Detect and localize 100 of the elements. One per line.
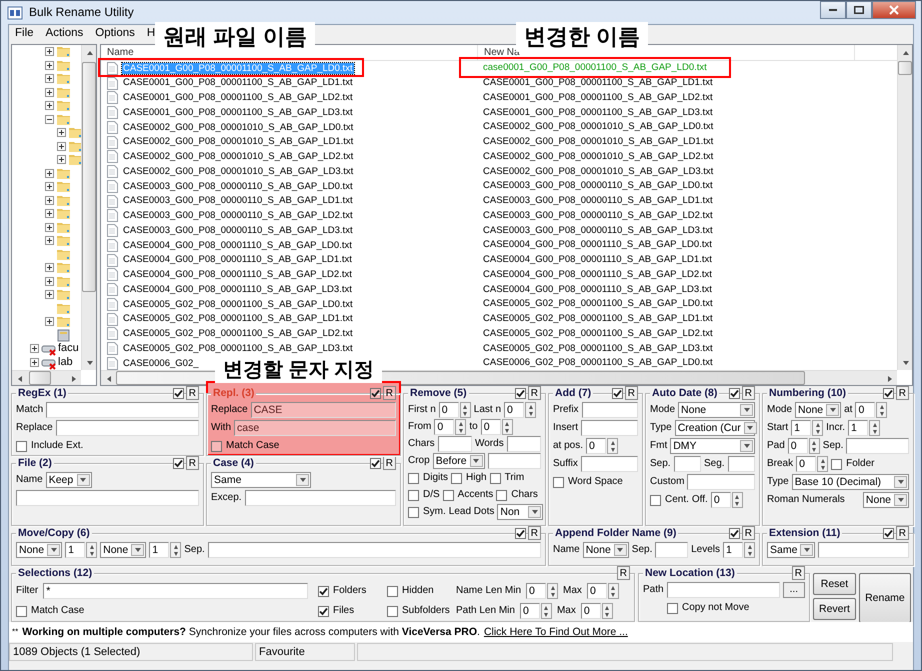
checkbox[interactable] — [728, 528, 740, 538]
number-field[interactable]: 0 — [710, 492, 731, 508]
menu-item[interactable]: Actions — [40, 27, 90, 41]
menu-item[interactable]: Options — [89, 27, 141, 41]
checkbox[interactable] — [318, 606, 329, 616]
spinner-buttons[interactable] — [547, 583, 558, 599]
input-field[interactable] — [438, 436, 472, 452]
expand-icon[interactable] — [45, 236, 54, 246]
scroll-thumb[interactable] — [29, 371, 51, 385]
dropdown[interactable]: None — [16, 542, 62, 558]
tree-item-label[interactable]: lab — [58, 356, 73, 369]
input-field[interactable] — [655, 542, 688, 558]
checkbox[interactable] — [172, 458, 184, 468]
number-field[interactable]: 0 — [580, 603, 601, 619]
expand-icon[interactable] — [45, 290, 54, 300]
number-field[interactable]: 0 — [504, 402, 524, 418]
scroll-thumb[interactable] — [82, 62, 96, 292]
minimize-button[interactable] — [820, 1, 846, 19]
file-name[interactable]: CASE0004_G00_P08_00001110_S_AB_GAP_LD1.txt — [122, 254, 353, 266]
checkbox[interactable] — [728, 388, 740, 398]
r-button[interactable]: R — [186, 456, 199, 470]
checkbox-label[interactable]: Files — [333, 605, 354, 617]
input-field[interactable]: CASE — [250, 402, 396, 418]
checkbox[interactable] — [387, 586, 398, 596]
browse-button[interactable]: ... — [782, 582, 805, 598]
expand-icon[interactable] — [45, 182, 54, 192]
number-field[interactable]: 0 — [788, 438, 808, 454]
dropdown[interactable]: Keep — [46, 472, 92, 488]
scroll-thumb[interactable] — [898, 61, 912, 75]
dropdown[interactable]: Same — [767, 542, 816, 558]
close-button[interactable] — [872, 1, 916, 19]
expand-icon[interactable] — [45, 263, 54, 272]
spinner-buttons[interactable] — [732, 492, 743, 508]
number-field[interactable]: 0 — [586, 438, 606, 454]
checkbox[interactable] — [387, 606, 398, 616]
checkbox[interactable] — [514, 528, 526, 538]
checkbox[interactable] — [16, 440, 27, 452]
dropdown[interactable]: DMY — [670, 438, 755, 454]
checkbox[interactable] — [612, 388, 623, 398]
checkbox[interactable] — [650, 494, 661, 506]
spinner-buttons[interactable] — [460, 402, 471, 418]
expand-icon[interactable] — [57, 155, 66, 164]
input-field[interactable] — [506, 436, 541, 452]
checkbox-label[interactable]: Word Space — [568, 476, 623, 488]
spinner-buttons[interactable] — [869, 420, 880, 436]
checkbox-label[interactable]: Chars — [511, 489, 538, 501]
number-field[interactable]: 0 — [480, 419, 501, 435]
checkbox-label[interactable]: Accents — [458, 489, 494, 501]
dropdown[interactable]: None — [862, 492, 909, 508]
number-field[interactable]: 0 — [586, 583, 607, 599]
expand-icon[interactable] — [45, 88, 54, 97]
file-name[interactable]: CASE0004_G00_P08_00001110_S_AB_GAP_LD2.txt — [122, 269, 353, 281]
checkbox[interactable] — [882, 528, 894, 538]
expand-icon[interactable] — [45, 276, 54, 286]
checkbox[interactable] — [514, 388, 526, 398]
file-name[interactable]: CASE0001_G00_P08_00001100_S_AB_GAP_LD2.txt — [122, 92, 354, 104]
file-name[interactable]: CASE0002_G00_P08_00001010_S_AB_GAP_LD3.txt — [122, 166, 354, 178]
checkbox-label[interactable]: Copy not Move — [682, 602, 750, 614]
file-name[interactable]: CASE0003_G00_P08_00000110_S_AB_GAP_LD2.txt — [122, 210, 354, 222]
checkbox-label[interactable]: Cent. — [665, 494, 689, 506]
spinner-buttons[interactable] — [502, 419, 513, 435]
input-field[interactable] — [56, 420, 199, 436]
input-field[interactable] — [846, 438, 909, 454]
vertical-scrollbar[interactable] — [81, 45, 96, 370]
expand-icon[interactable] — [45, 168, 54, 178]
file-name[interactable]: CASE0002_G00_P08_00001010_S_AB_GAP_LD1.txt — [122, 136, 354, 148]
horizontal-scrollbar[interactable] — [12, 370, 81, 385]
number-field[interactable]: 1 — [791, 420, 812, 436]
file-name[interactable]: CASE0004_G00_P08_00001110_S_AB_GAP_LD0.txt — [122, 240, 353, 252]
expand-icon[interactable] — [30, 344, 39, 354]
file-name[interactable]: CASE0005_G02_P08_00001100_S_AB_GAP_LD3.txt — [122, 342, 354, 354]
file-name[interactable]: CASE0002_G00_P08_00001010_S_AB_GAP_LD0.txt — [122, 122, 354, 134]
reset-button[interactable]: Reset — [813, 573, 856, 595]
menu-item[interactable]: File — [9, 27, 40, 41]
checkbox-label[interactable]: Hidden — [402, 585, 434, 597]
r-button[interactable]: R — [186, 386, 199, 400]
checkbox-label[interactable]: Digits — [423, 472, 448, 484]
spinner-buttons[interactable] — [607, 438, 618, 454]
r-button[interactable]: R — [792, 566, 805, 580]
file-name[interactable]: CASE0001_G00_P08_00001100_S_AB_GAP_LD3.txt — [122, 106, 354, 118]
revert-button[interactable]: Revert — [813, 598, 856, 620]
number-field[interactable]: 1 — [149, 542, 170, 558]
number-field[interactable]: 1 — [848, 420, 868, 436]
dropdown[interactable]: None — [582, 542, 629, 558]
number-field[interactable]: 0 — [796, 456, 816, 472]
checkbox-label[interactable]: Match Case — [226, 440, 280, 452]
file-name[interactable]: CASE0006_G02_ — [122, 358, 200, 370]
number-field[interactable]: 0 — [855, 402, 876, 418]
checkbox[interactable] — [553, 476, 564, 488]
expand-icon[interactable] — [45, 60, 54, 70]
input-field[interactable]: case — [234, 420, 396, 436]
dropdown[interactable]: Non — [497, 504, 544, 520]
r-button[interactable]: R — [896, 386, 909, 400]
input-field[interactable] — [687, 474, 755, 490]
r-button[interactable]: R — [382, 456, 396, 470]
r-button[interactable]: R — [742, 386, 755, 400]
dropdown[interactable]: Base 10 (Decimal) — [792, 474, 909, 490]
file-name[interactable]: CASE0001_G00_P08_00001100_S_AB_GAP_LD1.txt — [122, 77, 354, 89]
number-field[interactable]: 1 — [723, 542, 743, 558]
input-field[interactable] — [208, 542, 541, 558]
